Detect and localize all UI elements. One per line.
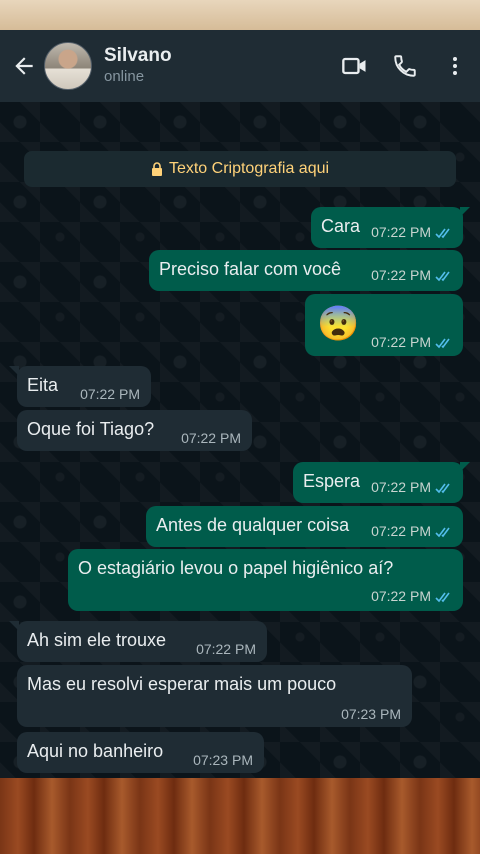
message-bubble-incoming[interactable]: Ah sim ele trouxe 07:22 PM bbox=[17, 621, 267, 662]
message-time: 07:22 PM bbox=[371, 588, 431, 604]
message-text: O estagiário levou o papel higiênico aí? bbox=[78, 558, 394, 578]
menu-button[interactable] bbox=[430, 41, 480, 91]
more-vertical-icon bbox=[453, 57, 457, 75]
bubble-tail bbox=[460, 207, 470, 217]
message-meta: 07:22 PM bbox=[371, 523, 453, 539]
bubble-tail bbox=[460, 462, 470, 472]
video-call-icon bbox=[342, 57, 366, 75]
message-time: 07:22 PM bbox=[371, 523, 431, 539]
double-check-icon bbox=[435, 228, 450, 239]
message-text: Mas eu resolvi esperar mais um pouco bbox=[27, 674, 337, 694]
message-bubble-outgoing[interactable]: Espera 07:22 PM bbox=[293, 462, 463, 503]
voice-call-button[interactable] bbox=[380, 41, 430, 91]
encryption-notice[interactable]: Texto Criptografia aqui bbox=[24, 151, 456, 187]
message-text: Aqui no banheiro bbox=[27, 741, 164, 761]
message-bubble-outgoing[interactable]: 😨 07:22 PM bbox=[305, 294, 463, 356]
message-meta: 07:22 PM bbox=[371, 224, 453, 240]
message-text: Espera bbox=[303, 471, 361, 491]
photo-top-border bbox=[0, 0, 480, 30]
message-bubble-outgoing[interactable]: O estagiário levou o papel higiênico aí?… bbox=[68, 549, 463, 611]
arrow-left-icon bbox=[15, 57, 33, 75]
double-check-icon bbox=[435, 338, 450, 349]
contact-name: Silvano bbox=[104, 45, 172, 66]
message-time: 07:23 PM bbox=[341, 706, 401, 722]
message-text: Antes de qualquer coisa bbox=[156, 515, 350, 535]
message-time: 07:22 PM bbox=[196, 641, 256, 657]
message-text: Oque foi Tiago? bbox=[27, 419, 155, 439]
bubble-tail bbox=[9, 366, 19, 376]
message-text: Cara bbox=[321, 216, 361, 236]
message-meta: 07:22 PM bbox=[371, 267, 453, 283]
message-text: 😨 bbox=[317, 305, 360, 343]
message-meta: 07:22 PM bbox=[371, 479, 453, 495]
message-bubble-incoming[interactable]: Aqui no banheiro 07:23 PM bbox=[17, 732, 264, 773]
double-check-icon bbox=[435, 592, 450, 603]
message-time: 07:22 PM bbox=[371, 479, 431, 495]
message-time: 07:22 PM bbox=[371, 224, 431, 240]
double-check-icon bbox=[435, 483, 450, 494]
encryption-text: Texto Criptografia aqui bbox=[168, 160, 330, 177]
message-meta: 07:22 PM bbox=[371, 588, 453, 604]
bubble-tail bbox=[9, 621, 19, 631]
video-call-button[interactable] bbox=[330, 41, 380, 91]
back-button[interactable] bbox=[4, 46, 44, 86]
chat-header: Silvano online bbox=[0, 30, 480, 102]
message-bubble-incoming[interactable]: Mas eu resolvi esperar mais um pouco 07:… bbox=[17, 665, 412, 727]
avatar[interactable] bbox=[44, 42, 92, 90]
message-text: Ah sim ele trouxe bbox=[27, 630, 167, 650]
contact-status: online bbox=[104, 68, 145, 85]
message-bubble-incoming[interactable]: Oque foi Tiago? 07:22 PM bbox=[17, 410, 252, 451]
phone-screen: Silvano online Texto Criptografia aqui C… bbox=[0, 30, 480, 778]
phone-icon bbox=[394, 55, 416, 77]
contact-info[interactable]: Silvano online bbox=[104, 45, 330, 87]
message-bubble-outgoing[interactable]: Preciso falar com você 07:22 PM bbox=[149, 250, 463, 291]
message-meta: 07:22 PM bbox=[371, 334, 453, 350]
message-bubble-incoming[interactable]: Eita 07:22 PM bbox=[17, 366, 151, 407]
message-time: 07:23 PM bbox=[193, 752, 253, 768]
message-bubble-outgoing[interactable]: Antes de qualquer coisa 07:22 PM bbox=[146, 506, 463, 547]
message-time: 07:22 PM bbox=[371, 334, 431, 350]
double-check-icon bbox=[435, 271, 450, 282]
message-time: 07:22 PM bbox=[181, 430, 241, 446]
message-text: Preciso falar com você bbox=[159, 259, 342, 279]
message-time: 07:22 PM bbox=[371, 267, 431, 283]
message-bubble-outgoing[interactable]: Cara 07:22 PM bbox=[311, 207, 463, 248]
lock-icon bbox=[151, 162, 162, 176]
photo-bottom-border bbox=[0, 778, 480, 854]
double-check-icon bbox=[435, 527, 450, 538]
message-time: 07:22 PM bbox=[80, 386, 140, 402]
message-text: Eita bbox=[27, 375, 59, 395]
